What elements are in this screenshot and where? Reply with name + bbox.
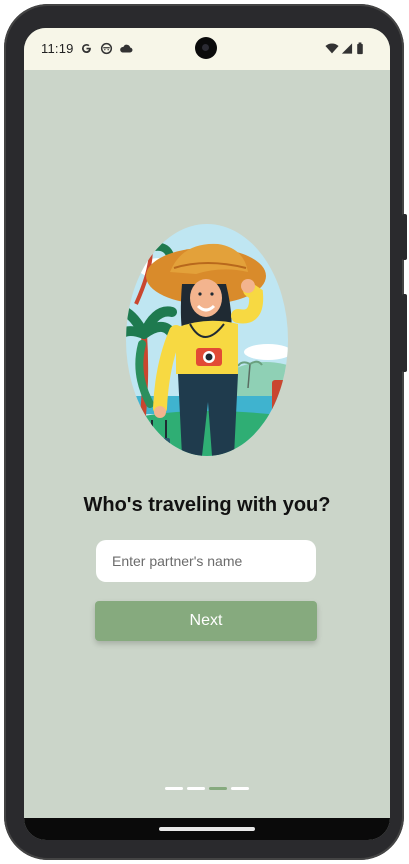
- page-heading: Who's traveling with you?: [83, 494, 331, 516]
- traveler-illustration: [126, 224, 288, 456]
- page-indicator: [165, 787, 249, 791]
- page-dot: [165, 787, 183, 790]
- google-g-icon: [81, 43, 91, 54]
- status-bar: 11:19: [24, 28, 390, 70]
- onboarding-page: Who's traveling with you? Next: [24, 70, 390, 818]
- phone-frame: 11:19 Who's traveling with you? Enter pa…: [4, 4, 407, 860]
- page-dot-active: [209, 787, 227, 790]
- battery-icon: [357, 42, 363, 55]
- status-time: 11:19: [41, 41, 74, 56]
- home-gesture-handle[interactable]: [159, 827, 255, 831]
- screen: 11:19 Who's traveling with you? Enter pa…: [24, 28, 390, 840]
- volume-button: [402, 294, 407, 372]
- signal-icon: [341, 43, 353, 54]
- page-dot: [187, 787, 205, 790]
- partner-name-input[interactable]: [96, 540, 316, 582]
- wifi-icon: [325, 43, 339, 54]
- next-button[interactable]: Next: [95, 601, 317, 641]
- cloud-icon: [120, 44, 133, 53]
- front-camera: [195, 37, 217, 59]
- face-icon: [100, 42, 113, 55]
- power-button: [402, 214, 407, 260]
- page-dot: [231, 787, 249, 790]
